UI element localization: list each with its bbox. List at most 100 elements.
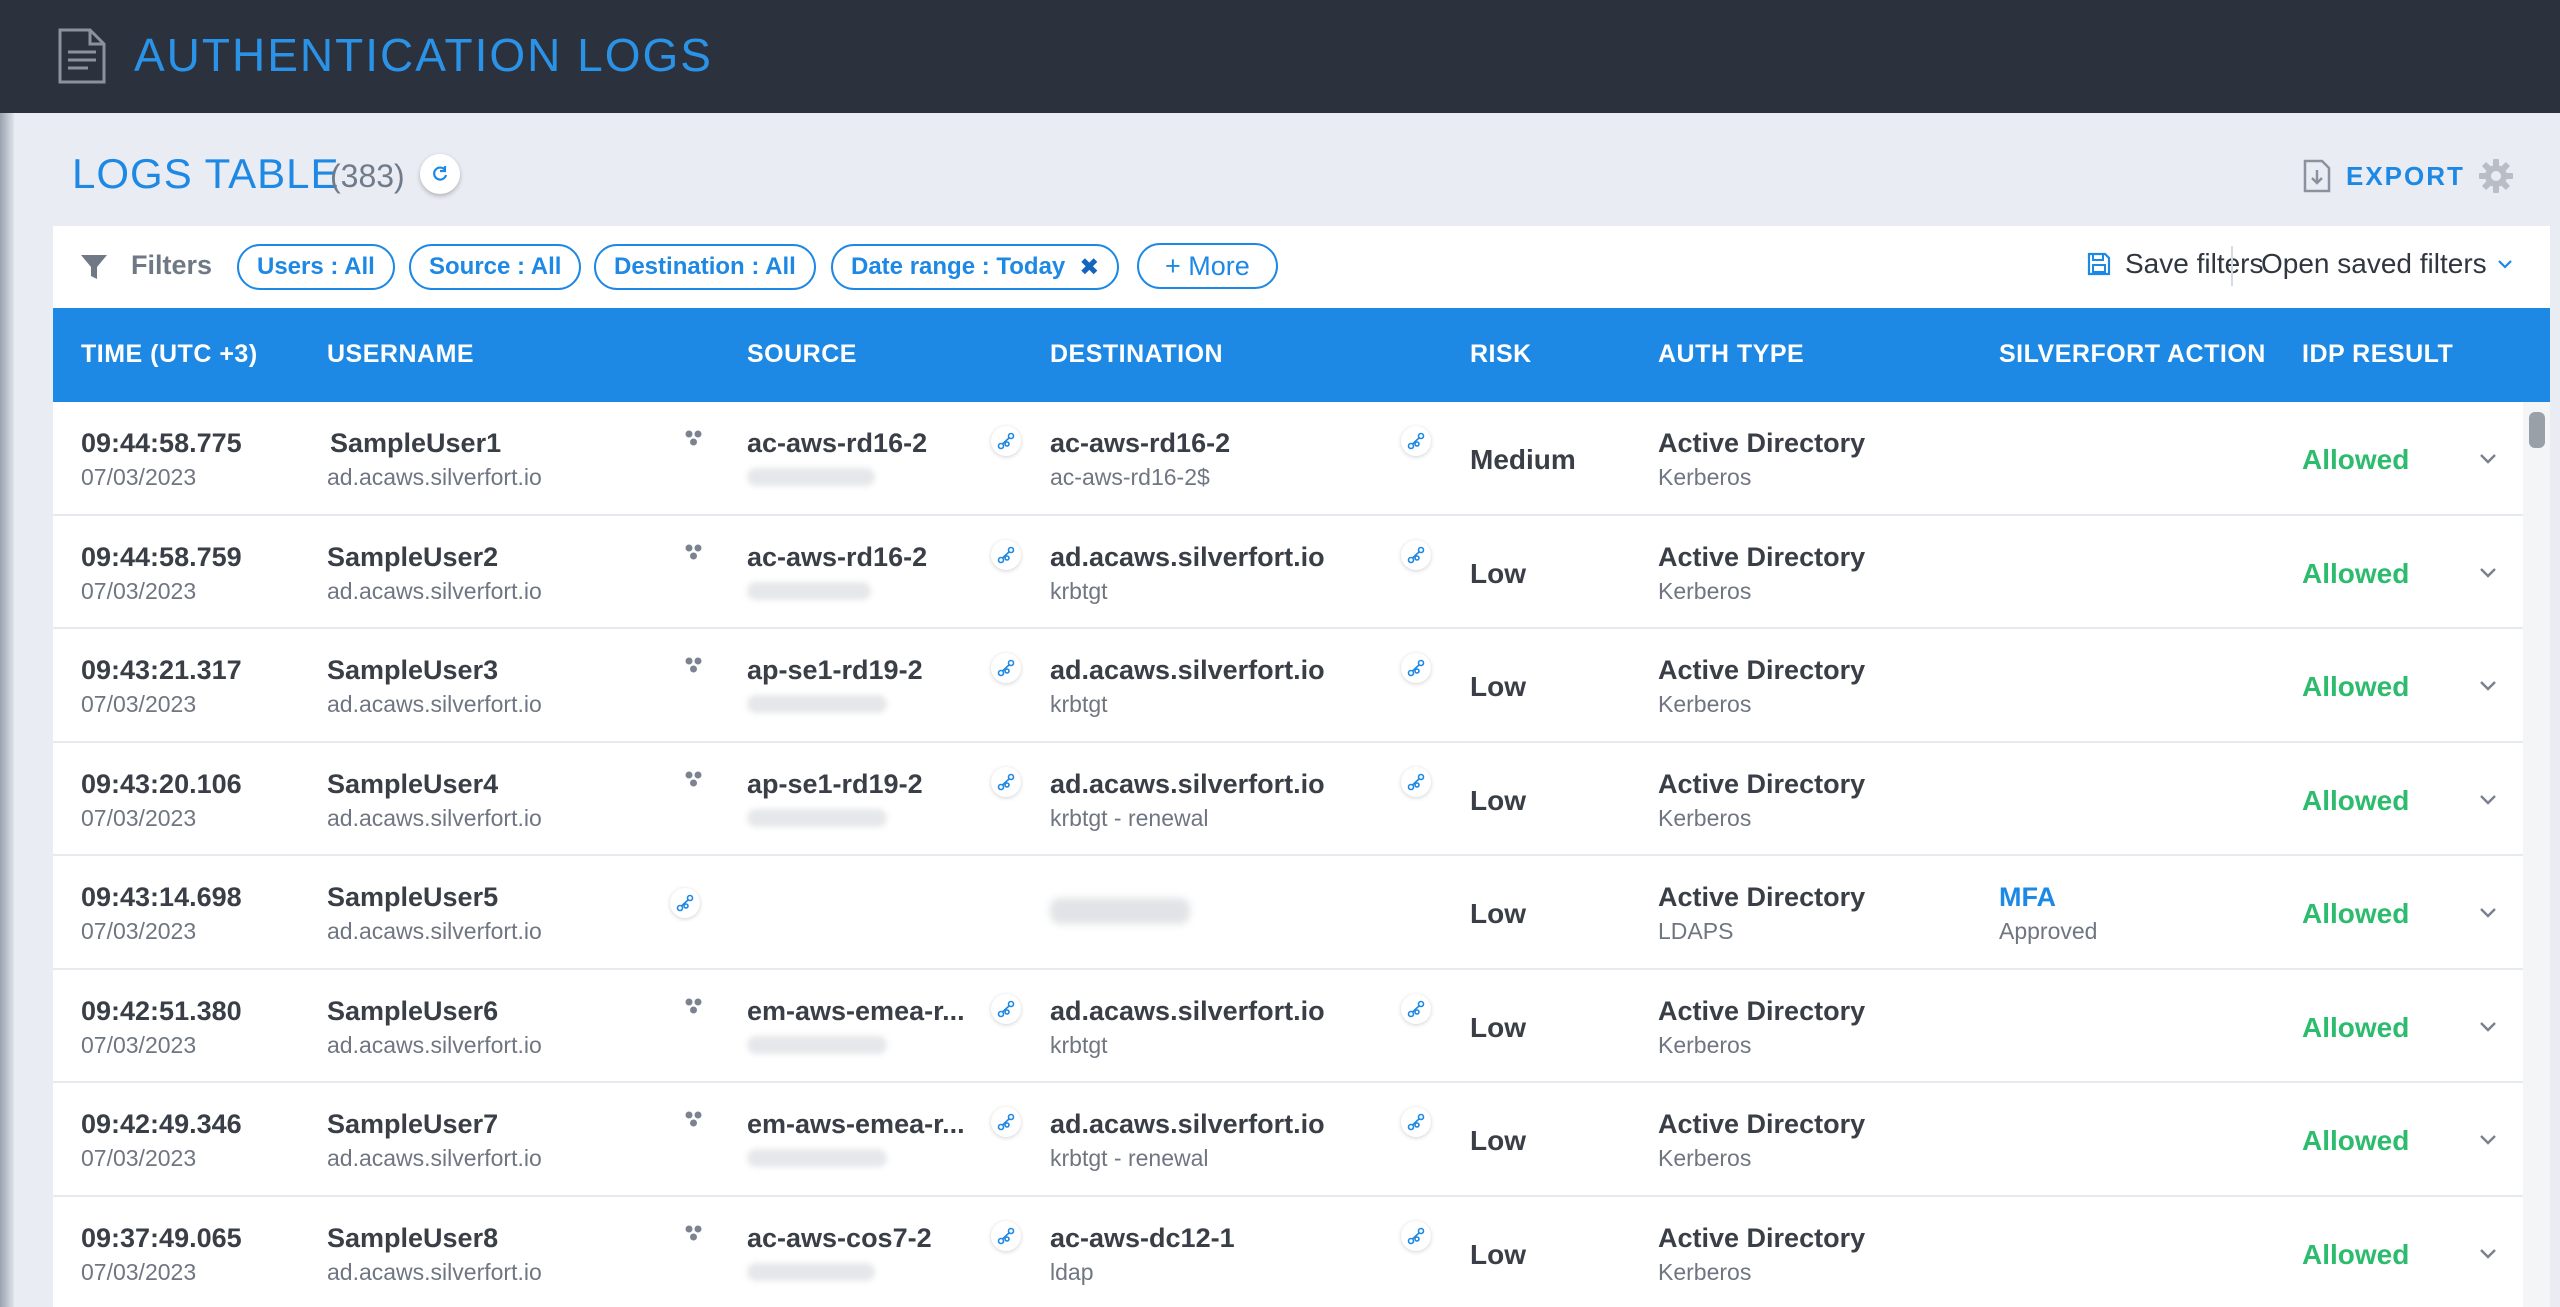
redacted-value [747, 581, 871, 600]
filter-chip-source[interactable]: Source : All [409, 244, 582, 290]
close-icon[interactable]: ✖ [1079, 253, 1099, 282]
idp-result-cell: Allowed [2302, 1238, 2410, 1270]
group-icon [685, 657, 702, 673]
column-header-username[interactable]: USERNAME [327, 340, 474, 369]
column-header-time[interactable]: TIME (UTC +3) [81, 340, 258, 369]
destination-cell[interactable]: ac-aws-dc12-1 [1050, 1223, 1235, 1254]
refresh-icon [433, 166, 448, 181]
graph-link-icon[interactable] [991, 1107, 1021, 1137]
scrollbar-thumb[interactable] [2529, 412, 2545, 448]
export-button[interactable]: EXPORT [2302, 156, 2465, 196]
source-cell[interactable]: em-aws-emea-r... [747, 996, 965, 1027]
graph-link-icon[interactable] [1401, 653, 1431, 683]
graph-link-icon[interactable] [670, 888, 700, 918]
auth-type-cell: Active Directory [1658, 541, 1866, 572]
graph-link-icon[interactable] [991, 993, 1021, 1024]
table-row[interactable]: 09:43:14.698 07/03/2023 SampleUser5 ad.a… [53, 856, 2523, 970]
idp-result-cell: Allowed [2302, 1011, 2410, 1043]
filter-chip-users[interactable]: Users : All [237, 244, 395, 290]
risk-cell: Medium [1470, 444, 1576, 475]
risk-cell: Low [1470, 1011, 1526, 1043]
time-cell: 09:42:49.346 [81, 1109, 242, 1139]
auth-protocol-cell: Kerberos [1658, 804, 1752, 831]
graph-link-icon[interactable] [1401, 1220, 1431, 1251]
destination-cell[interactable]: ac-aws-rd16-2 [1050, 428, 1230, 459]
table-row[interactable]: 09:44:58.775 07/03/2023 SampleUser1 ad.a… [53, 402, 2523, 516]
chevron-down-icon[interactable] [2477, 675, 2499, 697]
table-row[interactable]: 09:43:21.317 07/03/2023 SampleUser3 ad.a… [53, 629, 2523, 743]
destination-cell[interactable]: ad.acaws.silverfort.io [1050, 655, 1325, 686]
source-cell[interactable]: ac-aws-cos7-2 [747, 1223, 932, 1254]
table-row[interactable]: 09:42:49.346 07/03/2023 SampleUser7 ad.a… [53, 1083, 2523, 1197]
column-header-idp-result[interactable]: IDP RESULT [2302, 340, 2453, 369]
graph-link-icon[interactable] [1401, 993, 1431, 1024]
username-cell[interactable]: SampleUser1 [330, 428, 501, 459]
date-cell: 07/03/2023 [81, 918, 197, 944]
idp-result-cell: Allowed [2302, 557, 2410, 589]
table-row[interactable]: 09:43:20.106 07/03/2023 SampleUser4 ad.a… [53, 742, 2523, 856]
username-cell[interactable]: SampleUser6 [327, 996, 498, 1027]
destination-cell[interactable]: ad.acaws.silverfort.io [1050, 996, 1325, 1027]
graph-link-icon[interactable] [1401, 539, 1431, 570]
scrollbar[interactable] [2523, 402, 2550, 1307]
risk-cell: Low [1470, 784, 1526, 816]
destination-cell[interactable]: ad.acaws.silverfort.io [1050, 542, 1325, 573]
destination-cell[interactable]: ad.acaws.silverfort.io [1050, 769, 1325, 800]
group-icon [685, 544, 702, 559]
column-header-source[interactable]: SOURCE [747, 340, 857, 369]
table-row[interactable]: 09:44:58.759 07/03/2023 SampleUser2 ad.a… [53, 515, 2523, 629]
username-cell[interactable]: SampleUser5 [327, 882, 498, 913]
graph-link-icon[interactable] [1401, 426, 1431, 456]
source-cell[interactable]: ac-aws-rd16-2 [747, 428, 927, 459]
redacted-value [747, 1149, 887, 1167]
column-header-auth-type[interactable]: AUTH TYPE [1658, 340, 1804, 369]
open-saved-filters-dropdown[interactable]: Open saved filters [2261, 248, 2513, 280]
redacted-value [747, 808, 887, 827]
username-cell[interactable]: SampleUser3 [327, 655, 498, 686]
chevron-down-icon[interactable] [2477, 1129, 2499, 1151]
column-header-silverfort-action[interactable]: SILVERFORT ACTION [1999, 340, 2266, 369]
graph-link-icon[interactable] [1401, 766, 1431, 797]
silverfort-action-cell[interactable]: MFA [1999, 882, 2056, 913]
chevron-down-icon[interactable] [2477, 1243, 2499, 1265]
column-header-destination[interactable]: DESTINATION [1050, 340, 1223, 369]
graph-link-icon[interactable] [991, 539, 1021, 570]
source-cell[interactable]: ac-aws-rd16-2 [747, 542, 927, 573]
filter-bar: Filters Users : All Source : All Destina… [53, 226, 2550, 308]
username-cell[interactable]: SampleUser2 [327, 542, 498, 573]
more-filters-button[interactable]: + More [1137, 243, 1278, 289]
chevron-down-icon[interactable] [2477, 448, 2499, 470]
chevron-down-icon [2497, 260, 2512, 269]
table-row[interactable]: 09:37:49.065 07/03/2023 SampleUser8 ad.a… [53, 1196, 2523, 1307]
time-cell: 09:42:51.380 [81, 995, 242, 1026]
chevron-down-icon[interactable] [2477, 562, 2499, 584]
source-cell[interactable]: ap-se1-rd19-2 [747, 769, 923, 800]
refresh-button[interactable] [420, 154, 460, 194]
source-cell[interactable]: em-aws-emea-r... [747, 1109, 965, 1140]
chevron-down-icon[interactable] [2477, 902, 2499, 924]
chevron-down-icon[interactable] [2477, 789, 2499, 811]
funnel-icon [81, 255, 107, 279]
username-cell[interactable]: SampleUser4 [327, 769, 498, 800]
graph-link-icon[interactable] [991, 766, 1021, 797]
username-cell[interactable]: SampleUser7 [327, 1109, 498, 1140]
filter-chip-date-range[interactable]: Date range : Today ✖ [831, 244, 1120, 290]
graph-link-icon[interactable] [991, 653, 1021, 683]
filter-chip-destination[interactable]: Destination : All [594, 244, 816, 290]
source-cell[interactable]: ap-se1-rd19-2 [747, 655, 923, 686]
gear-icon[interactable] [2478, 158, 2514, 194]
graph-link-icon[interactable] [991, 426, 1021, 456]
table-row[interactable]: 09:42:51.380 07/03/2023 SampleUser6 ad.a… [53, 969, 2523, 1083]
column-header-risk[interactable]: RISK [1470, 340, 1532, 369]
destination-cell[interactable]: ad.acaws.silverfort.io [1050, 1109, 1325, 1140]
save-filters-button[interactable]: Save filters [2087, 248, 2264, 280]
logs-table-title: LOGS TABLE [72, 150, 340, 197]
username-cell[interactable]: SampleUser8 [327, 1223, 498, 1254]
date-cell: 07/03/2023 [81, 1031, 197, 1058]
date-cell: 07/03/2023 [81, 691, 197, 717]
graph-link-icon[interactable] [1401, 1107, 1431, 1137]
redacted-value [747, 1035, 887, 1054]
chevron-down-icon[interactable] [2477, 1016, 2499, 1038]
graph-link-icon[interactable] [991, 1220, 1021, 1251]
idp-result-cell: Allowed [2302, 1125, 2410, 1156]
